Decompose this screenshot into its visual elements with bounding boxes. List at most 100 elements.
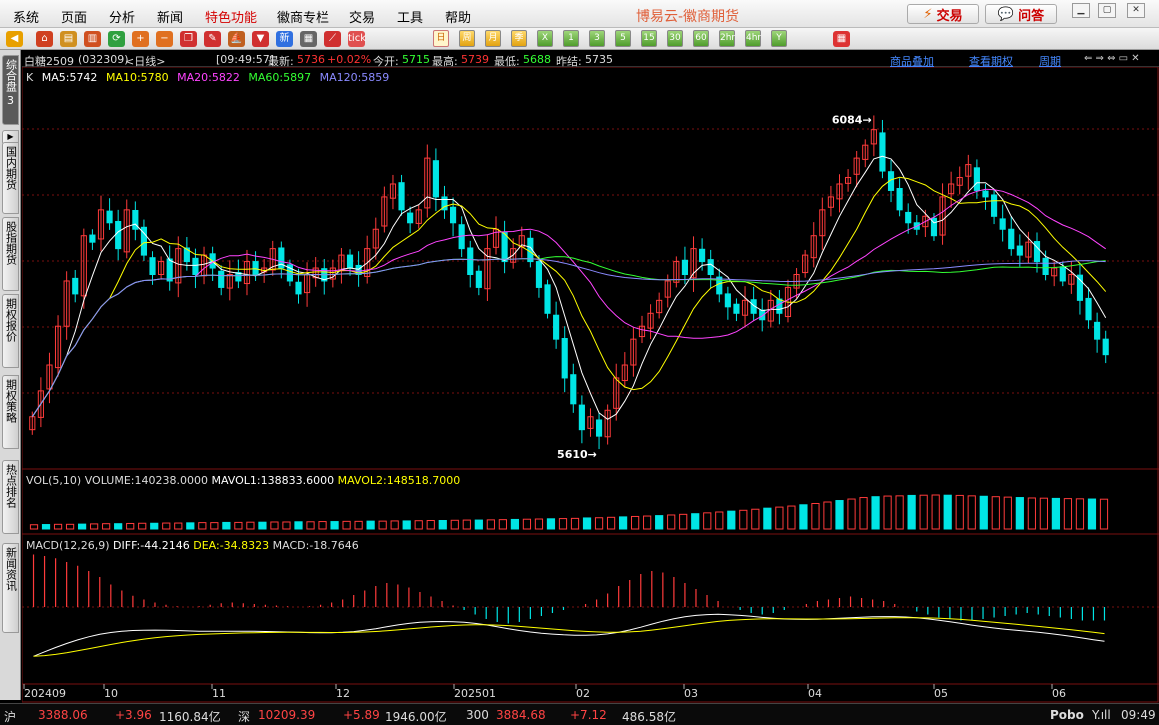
mavol1-label: MAVOL1:138833.6000 <box>211 474 335 487</box>
sh-change: +3.96 <box>115 708 152 722</box>
volume-bar <box>534 518 544 530</box>
tab-overview[interactable]: 综合盘 3 <box>2 55 19 125</box>
candle-body <box>475 270 482 288</box>
ship-icon[interactable]: ⛵ <box>228 31 245 47</box>
menu-item-trade[interactable]: 交易 <box>349 7 375 26</box>
volume-bar <box>402 520 411 530</box>
signal-icon: Y.ıll <box>1092 708 1111 722</box>
volume-bar <box>1003 496 1012 530</box>
tick-icon[interactable]: tick <box>348 31 366 47</box>
mavol2-label: MAVOL2:148518.7000 <box>337 474 461 487</box>
menu-item-system[interactable]: 系统 <box>13 7 39 26</box>
trade-button[interactable]: ⚡ 交易 <box>907 4 979 24</box>
volume-bar <box>546 518 556 530</box>
news-icon[interactable]: 新 <box>276 31 293 47</box>
windows-icon[interactable]: ❐ <box>180 31 197 47</box>
table-icon[interactable]: ▦ <box>300 31 317 47</box>
candle-body <box>1042 257 1049 276</box>
period-button-5[interactable]: 1 <box>563 30 579 47</box>
period-button-10[interactable]: 60 <box>693 30 709 47</box>
volume-bar <box>234 521 243 530</box>
volume-bar <box>679 513 688 530</box>
period-button-4[interactable]: X <box>537 30 553 47</box>
candle-body <box>467 247 474 275</box>
menu-item-features[interactable]: 特色功能 <box>205 7 257 26</box>
sz-label: 深 <box>238 710 251 724</box>
period-button-12[interactable]: 4hr <box>745 30 761 47</box>
candle-body <box>1094 321 1101 340</box>
pencil-icon[interactable]: ✎ <box>204 31 221 47</box>
tab-option-strategy[interactable]: 期权策略 <box>2 375 19 449</box>
volume-bar <box>643 515 652 530</box>
period-button-9[interactable]: 30 <box>667 30 683 47</box>
refresh-icon[interactable]: ⟳ <box>108 31 125 47</box>
volume-bar <box>1075 498 1085 530</box>
period-button-6[interactable]: 3 <box>589 30 605 47</box>
period-button-13[interactable]: Y <box>771 30 787 47</box>
sz-amount: 1946.00亿 <box>385 710 447 724</box>
period-button-1[interactable]: 周 <box>459 30 475 47</box>
period-button-8[interactable]: 15 <box>641 30 657 47</box>
tab-domestic-futures[interactable]: 国内期货 <box>2 142 19 214</box>
calendar-icon[interactable]: ▦ <box>833 31 850 47</box>
x-tick-label-7: 04 <box>808 687 822 700</box>
macd-value: MACD:-18.7646 <box>272 539 359 552</box>
chart-nav-icons[interactable]: ⇐ ⇒ ⇔ ▭ ✕ <box>1084 53 1140 64</box>
volume-bar <box>979 495 988 530</box>
candle-body <box>89 234 96 243</box>
kline-chart[interactable]: 6084→ 5610→ 202409 10 11 12 202501 02 03 04 05 06 <box>22 67 1159 703</box>
macd-diff: DIFF:-44.2146 <box>113 539 190 552</box>
candle-body <box>905 211 912 224</box>
candle-body <box>699 248 706 263</box>
ask-button[interactable]: 💬 问答 <box>985 4 1057 24</box>
volume-bar <box>29 524 39 530</box>
tab-index-futures[interactable]: 股指期货 <box>2 217 19 291</box>
period-button-3[interactable]: 季 <box>511 30 527 47</box>
back-arrow-icon[interactable]: ◀ <box>6 31 23 47</box>
home-icon[interactable]: ⌂ <box>36 31 53 47</box>
volume-bar <box>294 521 303 530</box>
volume-bar <box>787 505 796 530</box>
quote-info-bar: 白糖2509 (032309) <日线> [09:49:57] 最新: 5736… <box>22 51 1159 68</box>
candle-body <box>982 190 989 198</box>
volume-bar <box>282 521 291 530</box>
left-tab-strip: 综合盘 3 ▶ 国内期货 股指期货 期权报价 期权策略 热点排名 新闻资讯 <box>0 50 21 700</box>
period-button-2[interactable]: 月 <box>485 30 501 47</box>
menu-item-huishang[interactable]: 徽商专栏 <box>277 7 329 26</box>
period-button-11[interactable]: 2hr <box>719 30 735 47</box>
period-button-0[interactable]: 日 <box>433 30 449 47</box>
candle-body <box>553 314 560 340</box>
zoom-in-icon[interactable]: + <box>132 31 149 47</box>
zoom-out-icon[interactable]: − <box>156 31 173 47</box>
menu-item-news[interactable]: 新闻 <box>157 7 183 26</box>
minimize-button[interactable]: ▁ <box>1072 3 1090 18</box>
candle-body <box>149 257 156 275</box>
volume-bar <box>943 494 952 530</box>
menu-item-page[interactable]: 页面 <box>61 7 87 26</box>
tab-hot-ranking[interactable]: 热点排名 <box>2 460 19 534</box>
volume-bar <box>570 517 580 530</box>
x-tick-label-8: 05 <box>934 687 948 700</box>
tab-news[interactable]: 新闻资讯 <box>2 543 19 633</box>
menu-item-analysis[interactable]: 分析 <box>109 7 135 26</box>
maximize-button[interactable]: ▢ <box>1098 3 1116 18</box>
filter-icon[interactable]: ▼ <box>252 31 269 47</box>
period-button-7[interactable]: 5 <box>615 30 631 47</box>
menu-item-help[interactable]: 帮助 <box>445 7 471 26</box>
database-icon[interactable]: ▤ <box>60 31 77 47</box>
trend-icon[interactable]: ⟋ <box>324 31 341 47</box>
volume-bar <box>691 513 700 530</box>
ma20-label: MA20:5822 <box>177 71 240 84</box>
sz-change: +5.89 <box>343 708 380 722</box>
volume-bar <box>354 520 363 530</box>
candle-body <box>1059 266 1066 282</box>
low-value: 5688 <box>523 53 551 66</box>
instrument-code: (032309) <box>78 53 129 66</box>
close-button[interactable]: ✕ <box>1127 3 1145 18</box>
tab-option-quotes[interactable]: 期权报价 <box>2 294 19 368</box>
menu-item-tools[interactable]: 工具 <box>397 7 423 26</box>
candle-body <box>115 220 122 250</box>
volume-bar <box>715 511 724 530</box>
volume-bar <box>222 521 231 530</box>
chart-report-icon[interactable]: ▥ <box>84 31 101 47</box>
